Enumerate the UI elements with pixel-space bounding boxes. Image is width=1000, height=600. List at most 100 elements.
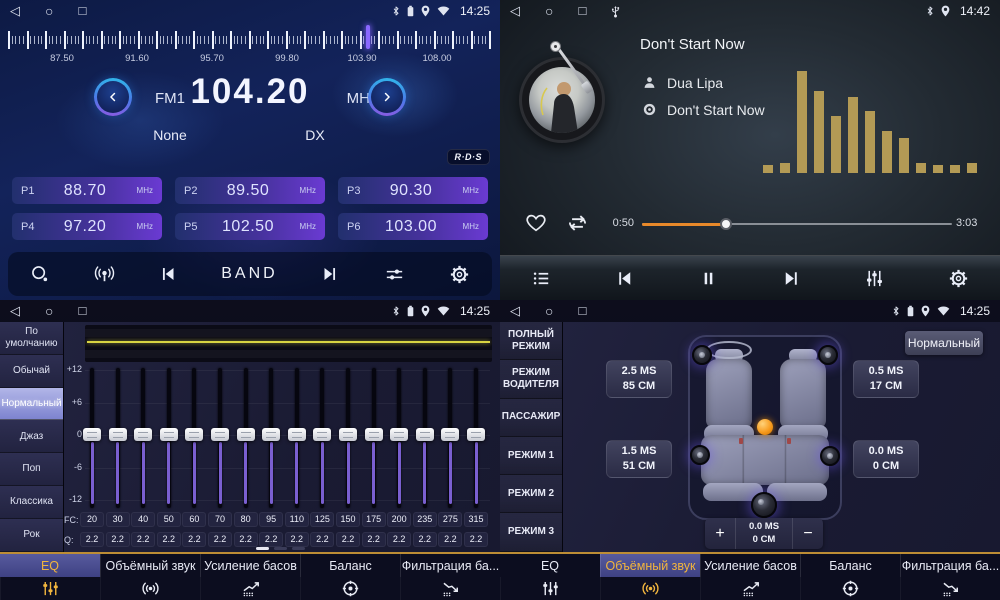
q-value-chip[interactable]: 2.2	[387, 532, 411, 547]
listening-mode-item[interactable]: РЕЖИМ 3	[500, 513, 562, 551]
q-value-chip[interactable]: 2.2	[106, 532, 130, 547]
q-value-chip[interactable]: 2.2	[438, 532, 462, 547]
slider-handle[interactable]	[441, 428, 459, 441]
audio-tab-eq[interactable]: EQ	[500, 554, 600, 600]
listening-mode-item[interactable]: ПОЛНЫЙ РЕЖИМ	[500, 322, 562, 360]
back-button[interactable]: ◁	[510, 300, 520, 322]
playlist-icon[interactable]	[530, 267, 553, 290]
fc-value-chip[interactable]: 50	[157, 512, 181, 527]
slider-handle[interactable]	[467, 428, 485, 441]
slider-handle[interactable]	[390, 428, 408, 441]
q-value-chip[interactable]: 2.2	[157, 532, 181, 547]
q-value-chip[interactable]: 2.2	[208, 532, 232, 547]
fc-value-chip[interactable]: 20	[80, 512, 104, 527]
audio-tab-bass[interactable]: Усиление басов	[700, 554, 800, 600]
audio-tab-balance[interactable]: Баланс	[300, 554, 400, 600]
fc-value-chip[interactable]: 40	[131, 512, 155, 527]
q-value-chip[interactable]: 2.2	[413, 532, 437, 547]
fc-value-chip[interactable]: 175	[362, 512, 386, 527]
favorite-heart-icon[interactable]	[524, 211, 548, 240]
fc-value-chip[interactable]: 95	[259, 512, 283, 527]
band-button[interactable]: BAND	[221, 265, 277, 283]
slider-handle[interactable]	[237, 428, 255, 441]
q-value-chip[interactable]: 2.2	[362, 532, 386, 547]
audio-tab-balance[interactable]: Баланс	[800, 554, 900, 600]
previous-station-icon[interactable]	[157, 263, 179, 285]
front-right-delay-chip[interactable]: 0.5 MS 17 CM	[853, 360, 919, 398]
fc-value-chip[interactable]: 70	[208, 512, 232, 527]
eq-band-slider[interactable]	[467, 368, 485, 510]
listening-position-marker[interactable]	[757, 419, 773, 435]
eq-band-slider[interactable]	[185, 368, 203, 510]
slider-handle[interactable]	[211, 428, 229, 441]
q-value-chip[interactable]: 2.2	[131, 532, 155, 547]
q-value-chip[interactable]: 2.2	[80, 532, 104, 547]
home-button[interactable]: ○	[45, 300, 53, 322]
q-value-chip[interactable]: 2.2	[259, 532, 283, 547]
next-track-icon[interactable]	[780, 267, 803, 290]
tuner-settings-icon[interactable]	[383, 263, 406, 286]
q-value-chip[interactable]: 2.2	[234, 532, 258, 547]
audio-tab-eq[interactable]: EQ	[0, 554, 100, 600]
slider-handle[interactable]	[262, 428, 280, 441]
tune-down-button[interactable]	[94, 78, 132, 116]
back-button[interactable]: ◁	[510, 0, 520, 22]
pause-icon[interactable]	[697, 267, 720, 290]
listening-mode-item[interactable]: РЕЖИМ 2	[500, 475, 562, 513]
slider-handle[interactable]	[339, 428, 357, 441]
listening-mode-item[interactable]: РЕЖИМ ВОДИТЕЛЯ	[500, 360, 562, 398]
home-button[interactable]: ○	[545, 300, 553, 322]
slider-handle[interactable]	[313, 428, 331, 441]
slider-handle[interactable]	[109, 428, 127, 441]
slider-handle[interactable]	[160, 428, 178, 441]
q-value-chip[interactable]: 2.2	[182, 532, 206, 547]
eq-band-slider[interactable]	[134, 368, 152, 510]
profile-button[interactable]: Нормальный	[905, 331, 983, 355]
recents-button[interactable]: □	[578, 0, 586, 22]
eq-band-slider[interactable]	[288, 368, 306, 510]
listening-mode-item[interactable]: ПАССАЖИР	[500, 399, 562, 437]
home-button[interactable]: ○	[545, 0, 553, 22]
next-station-icon[interactable]	[319, 263, 341, 285]
listening-mode-item[interactable]: РЕЖИМ 1	[500, 437, 562, 475]
fc-value-chip[interactable]: 30	[106, 512, 130, 527]
eq-band-slider[interactable]	[262, 368, 280, 510]
previous-track-icon[interactable]	[613, 267, 636, 290]
fc-value-chip[interactable]: 125	[310, 512, 334, 527]
q-value-chip[interactable]: 2.2	[336, 532, 360, 547]
radio-preset-p2[interactable]: P289.50MHz	[175, 177, 325, 204]
fc-value-chip[interactable]: 60	[182, 512, 206, 527]
audio-tab-filter[interactable]: Фильтрация ба...	[900, 554, 1000, 600]
audio-tab-surround[interactable]: Объёмный звук	[100, 554, 200, 600]
radio-preset-p6[interactable]: P6103.00MHz	[338, 213, 488, 240]
delay-plus-button[interactable]: +	[705, 518, 735, 549]
eq-preset-item[interactable]: По умолчанию	[0, 322, 63, 355]
rear-left-delay-chip[interactable]: 1.5 MS 51 CM	[606, 440, 672, 478]
radio-preset-p1[interactable]: P188.70MHz	[12, 177, 162, 204]
eq-band-slider[interactable]	[441, 368, 459, 510]
eq-band-slider[interactable]	[237, 368, 255, 510]
fc-value-chip[interactable]: 275	[438, 512, 462, 527]
front-left-delay-chip[interactable]: 2.5 MS 85 CM	[606, 360, 672, 398]
recents-button[interactable]: □	[78, 0, 86, 22]
audio-tab-surround[interactable]: Объёмный звук	[600, 554, 700, 600]
rear-right-delay-chip[interactable]: 0.0 MS 0 CM	[853, 440, 919, 478]
fc-value-chip[interactable]: 80	[234, 512, 258, 527]
home-button[interactable]: ○	[45, 0, 53, 22]
q-value-chip[interactable]: 2.2	[310, 532, 334, 547]
radio-preset-p3[interactable]: P390.30MHz	[338, 177, 488, 204]
recents-button[interactable]: □	[78, 300, 86, 322]
seek-bar[interactable]	[642, 217, 952, 231]
search-icon[interactable]	[29, 263, 51, 285]
equalizer-sliders-icon[interactable]	[863, 267, 886, 290]
slider-handle[interactable]	[185, 428, 203, 441]
q-value-chip[interactable]: 2.2	[464, 532, 488, 547]
eq-band-slider[interactable]	[365, 368, 383, 510]
fc-value-chip[interactable]: 200	[387, 512, 411, 527]
radio-preset-p5[interactable]: P5102.50MHz	[175, 213, 325, 240]
seek-handle[interactable]	[720, 218, 732, 230]
slider-handle[interactable]	[288, 428, 306, 441]
eq-band-slider[interactable]	[83, 368, 101, 510]
slider-handle[interactable]	[134, 428, 152, 441]
broadcast-icon[interactable]	[93, 263, 116, 286]
